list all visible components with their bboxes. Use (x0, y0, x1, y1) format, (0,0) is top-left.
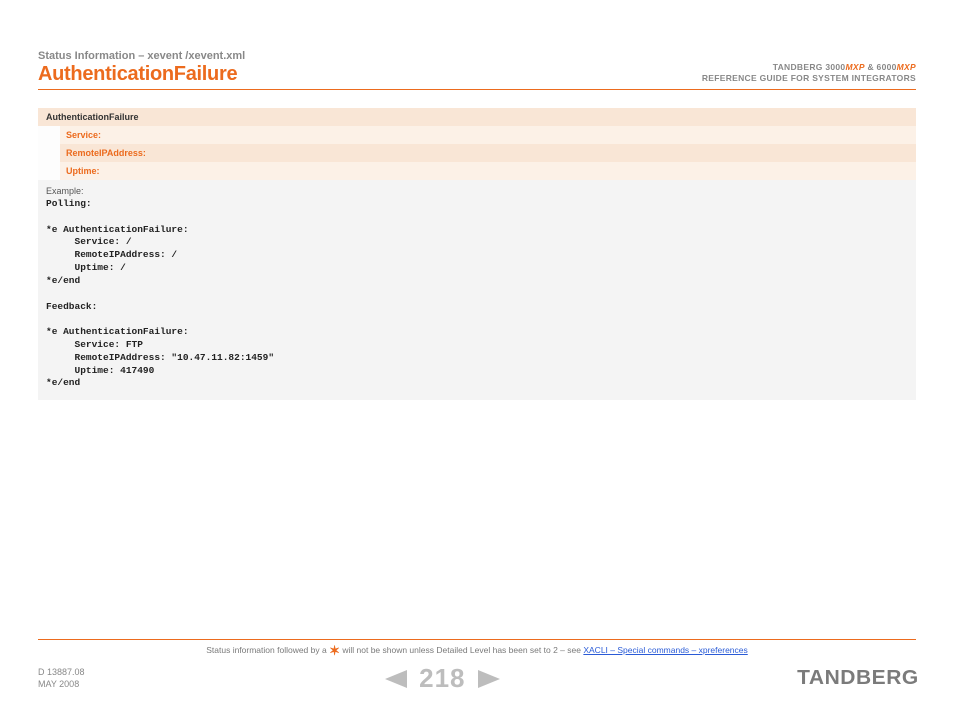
page-navigator: 218 (385, 663, 499, 694)
row-remoteip: RemoteIPAddress: (38, 144, 916, 162)
page-title: AuthenticationFailure (38, 63, 245, 86)
row-authfailure: AuthenticationFailure (38, 108, 916, 126)
mxp-label: MXP (845, 62, 864, 72)
doc-date: MAY 2008 (38, 679, 85, 691)
mxp-label-2: MXP (897, 62, 916, 72)
guide-label: REFERENCE GUIDE FOR SYSTEM INTEGRATORS (702, 73, 916, 84)
next-page-icon[interactable] (478, 670, 500, 688)
code-example: Polling: *e AuthenticationFailure: Servi… (38, 198, 916, 400)
breadcrumb: Status Information – xevent /xevent.xml (38, 50, 245, 62)
prev-page-icon[interactable] (385, 670, 407, 688)
document-subtitle: TANDBERG 3000MXP & 6000MXP REFERENCE GUI… (702, 62, 916, 86)
label-uptime: Uptime: (60, 162, 916, 180)
example-label: Example: (38, 180, 916, 198)
footnote: Status information followed by a ✶ will … (38, 639, 916, 659)
star-icon: ✶ (329, 643, 340, 658)
footnote-pre: Status information followed by a (206, 645, 329, 655)
content-block: AuthenticationFailure Service: RemoteIPA… (38, 108, 916, 400)
document-info: D 13887.08 MAY 2008 (38, 667, 85, 690)
label-service: Service: (60, 126, 916, 144)
row-uptime: Uptime: (38, 162, 916, 180)
page-footer: Status information followed by a ✶ will … (38, 639, 916, 694)
product-6000: & 6000 (865, 62, 897, 72)
doc-number: D 13887.08 (38, 667, 85, 679)
footnote-link[interactable]: XACLI – Special commands – xpreferences (583, 645, 747, 655)
footnote-post: will not be shown unless Detailed Level … (340, 645, 583, 655)
label-remoteip: RemoteIPAddress: (60, 144, 916, 162)
row-service: Service: (38, 126, 916, 144)
product-3000: TANDBERG 3000 (773, 62, 846, 72)
page-header: Status Information – xevent /xevent.xml … (38, 50, 916, 90)
page-number: 218 (419, 663, 465, 694)
brand-logo: TANDBERG (797, 667, 919, 690)
